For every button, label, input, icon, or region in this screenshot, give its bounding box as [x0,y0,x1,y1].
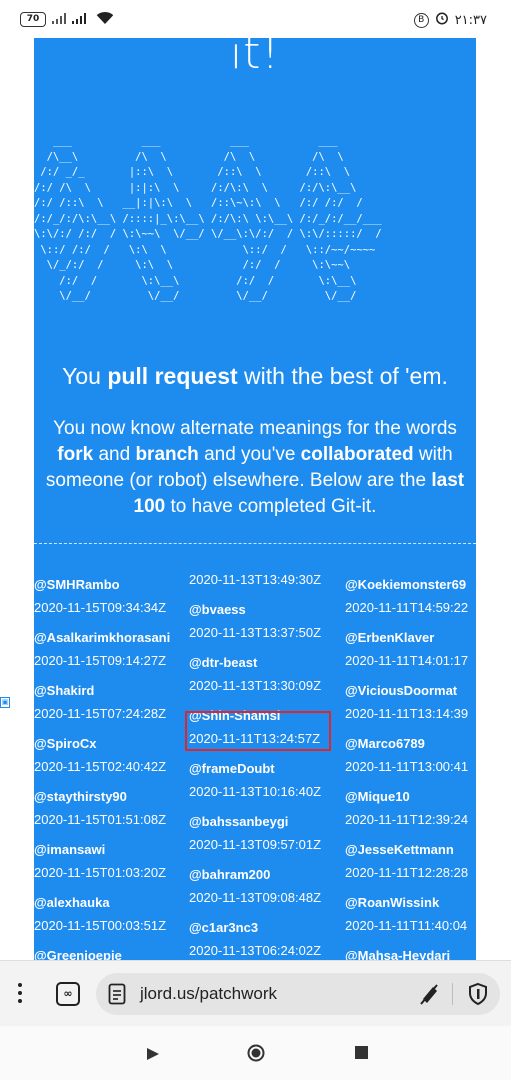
username-link[interactable]: @Marco6789 [345,736,425,751]
para-bold: branch [135,444,199,465]
tagline: You pull request with the best of 'em. [34,363,476,390]
tagline-text: with the best of 'em. [237,363,448,389]
system-nav-bar [0,1026,511,1080]
timestamp: 2020-11-11T13:14:39 [345,706,469,721]
username-link[interactable]: @staythirsty90 [34,789,127,804]
username-link[interactable]: @SpiroCx [34,736,97,751]
username-link[interactable]: @Mique10 [345,789,410,804]
username-link[interactable]: @frameDoubt [189,761,275,776]
username-link[interactable]: @bvaess [189,602,246,617]
timestamp: 2020-11-13T06:24:02Z [189,943,322,958]
side-marker-icon: ▣ [0,697,10,708]
tagline-bold: pull request [107,363,238,389]
username-link[interactable]: @Mahsa-Heydari [345,948,450,960]
timestamp: 2020-11-13T13:37:50Z [189,625,322,640]
username-link[interactable]: @alexhauka [34,895,110,910]
battery-icon: 70 [20,12,46,27]
username-link[interactable]: @SMHRambo [34,577,120,592]
para-text: and [93,444,136,465]
divider [452,983,453,1005]
recents-icon[interactable] [355,1046,368,1059]
para-bold: fork [57,444,94,465]
timestamp: 2020-11-11T12:39:24 [345,812,469,827]
home-icon[interactable] [247,1044,265,1062]
signal-icon [72,12,88,24]
page-icon [108,983,126,1009]
alarm-icon [435,11,449,29]
timestamp: 2020-11-11T14:01:17 [345,653,469,668]
username-link[interactable]: @imansawi [34,842,105,857]
timestamp: 2020-11-11T14:59:22 [345,600,469,615]
status-right: B ۲۱:۳۷ [413,11,487,29]
web-page: it! ___ ___ ___ ___ /\__\ /\ \ /\ \ /\ \… [34,38,476,960]
tagline-text: You [62,363,108,389]
timestamp: 2020-11-13T13:49:30Z [189,572,322,587]
timestamp: 2020-11-13T10:16:40Z [189,784,322,799]
url-text[interactable]: jlord.us/patchwork [140,984,277,1004]
timestamp: 2020-11-15T00:03:51Z [34,918,167,933]
timestamp: 2020-11-11T13:00:41 [345,759,469,774]
timestamp: 2020-11-15T02:40:42Z [34,759,167,774]
para-bold: collaborated [300,444,414,465]
timestamp: 2020-11-15T01:51:08Z [34,812,167,827]
back-icon[interactable] [146,1046,160,1065]
timestamp: 2020-11-13T09:08:48Z [189,890,322,905]
wifi-icon [96,11,114,25]
username-link[interactable]: @ErbenKlaver [345,630,434,645]
ascii-art: ___ ___ ___ ___ /\__\ /\ \ /\ \ /\ \ /:/… [34,135,382,302]
para-text: to have completed Git-it. [165,496,377,517]
browser-toolbar: ∞ jlord.us/patchwork [0,960,511,1027]
status-bar: 70 B ۲۱:۳۷ [0,0,511,38]
tab-switcher-icon[interactable]: ∞ [56,982,80,1006]
username-link[interactable]: @dtr-beast [189,655,257,670]
username-link[interactable]: @Shakird [34,683,94,698]
divider [34,543,476,544]
intro-paragraph: You now know alternate meanings for the … [38,416,472,520]
username-link[interactable]: @bahram200 [189,867,270,882]
timestamp: 2020-11-13T13:30:09Z [189,678,322,693]
para-text: and you've [198,444,301,465]
clock: ۲۱:۳۷ [454,12,487,28]
timestamp: 2020-11-13T09:57:01Z [189,837,322,852]
mic-off-icon[interactable] [418,982,440,1010]
address-bar[interactable]: jlord.us/patchwork [96,973,500,1015]
username-link[interactable]: @JesseKettmann [345,842,454,857]
timestamp: 2020-11-15T09:34:34Z [34,600,167,615]
timestamp: 2020-11-11T11:40:04 [345,918,468,933]
timestamp: 2020-11-15T09:14:27Z [34,653,167,668]
shield-icon[interactable] [468,982,488,1010]
username-link[interactable]: @Asalkarimkhorasani [34,630,170,645]
page-title: it! [229,38,281,79]
timestamp: 2020-11-15T07:24:28Z [34,706,167,721]
highlight-box [185,711,331,751]
username-link[interactable]: @Koekiemonster69 [345,577,466,592]
username-link[interactable]: @RoanWissink [345,895,439,910]
username-link[interactable]: @Greenioepie [34,948,122,960]
b-badge-icon: B [413,12,429,28]
username-link[interactable]: @bahssanbeygi [189,814,288,829]
username-link[interactable]: @c1ar3nc3 [189,920,258,935]
timestamp: 2020-11-11T12:28:28 [345,865,469,880]
para-text: You now know alternate meanings for the … [53,418,457,439]
timestamp: 2020-11-15T01:03:20Z [34,865,167,880]
username-link[interactable]: @ViciousDoormat [345,683,457,698]
menu-dots-icon[interactable] [14,983,26,1007]
signal-icon [52,12,68,24]
